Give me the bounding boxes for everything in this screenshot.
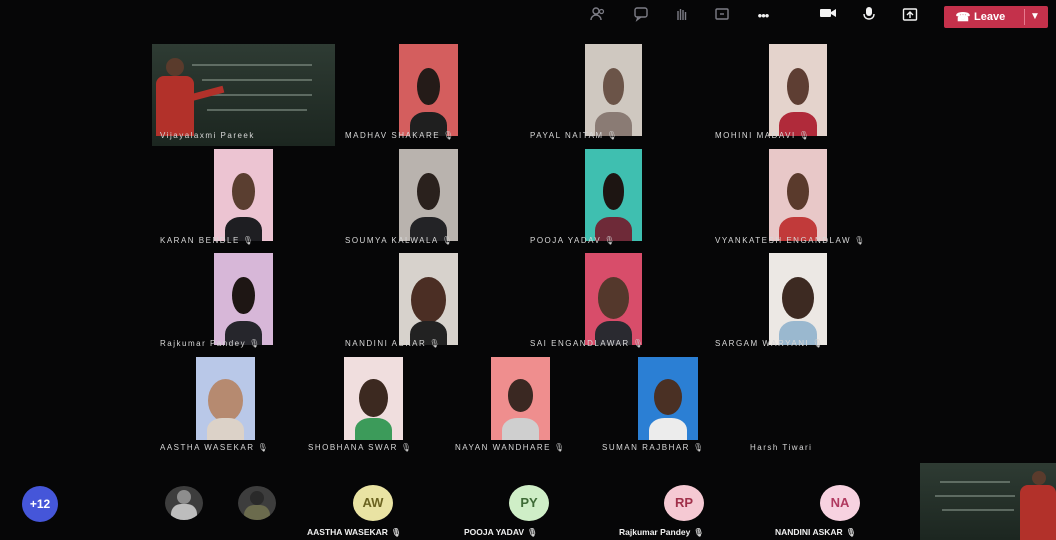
chevron-down-icon[interactable]: ▼ [1030,6,1040,28]
participant-video[interactable] [585,253,642,345]
mic-off-icon: 🎙 [606,131,617,140]
mic-off-icon: 🎙 [553,443,565,452]
participant-name: POOJA YADAV 🎙 [530,236,615,245]
participant-name: AASTHA WASEKAR 🎙 [307,527,402,537]
participant-video[interactable] [214,253,273,345]
participant-video[interactable] [399,253,458,345]
more-participants-button[interactable]: +12 [22,486,58,522]
participant-name: MOHINI MADAVI 🎙 [715,131,809,140]
mic-off-icon: 🎙 [604,236,615,245]
participant-video[interactable] [769,44,827,136]
participant-name: NANDINI ASKAR 🎙 [775,527,856,537]
leave-label: Leave [974,11,1006,23]
participant-name: SAI ENGANDLAWAR 🎙 [530,339,643,348]
participant-name: SOUMYA KALWALA 🎙 [345,236,452,245]
people-icon[interactable] [587,6,609,26]
participant-name: VYANKATESH ENGANDLAW 🎙 [715,236,865,245]
mic-off-icon: 🎙 [845,528,856,537]
participant-video[interactable] [769,253,827,345]
phone-hangup-icon: ☎ [955,10,971,24]
mic-off-icon: 🎙 [854,236,865,245]
mic-off-icon: 🎙 [693,528,704,537]
participant-video[interactable] [491,357,550,440]
mic-off-icon: 🎙 [429,339,440,348]
participant-video[interactable] [399,149,458,241]
participant-video[interactable] [585,149,642,241]
participant-name: MADHAV SHAKARE 🎙 [345,131,454,140]
mic-off-icon: 🎙 [249,339,260,348]
microphone-icon[interactable] [858,6,880,26]
participant-video[interactable] [196,357,255,440]
participant-name: KARAN BENDLE 🎙 [160,236,253,245]
mic-off-icon: 🎙 [692,443,704,452]
participant-name: Rajkumar Pandey 🎙 [160,339,260,348]
mic-off-icon: 🎙 [390,528,402,537]
mic-off-icon: 🎙 [527,528,538,537]
participant-name: POOJA YADAV 🎙 [464,527,538,537]
participant-name: SUMAN RAJBHAR 🎙 [602,443,704,452]
avatar-initials[interactable]: NA [820,485,860,521]
avatar-initials[interactable]: RP [664,485,704,521]
participant-name: SHOBHANA SWAR 🎙 [308,443,412,452]
participant-name: SARGAM WARYANI 🎙 [715,339,823,348]
participant-name: Rajkumar Pandey 🎙 [619,527,704,537]
avatar[interactable] [165,486,203,520]
participant-video[interactable] [585,44,642,136]
raise-hand-icon[interactable] [670,6,692,26]
mic-off-icon: 🎙 [443,131,454,140]
camera-icon[interactable] [817,6,839,26]
avatar-initials[interactable]: AW [353,485,393,521]
participant-name: NAYAN WANDHARE 🎙 [455,443,565,452]
mic-off-icon: 🎙 [257,443,268,452]
mic-off-icon: 🎙 [632,339,643,348]
participant-video[interactable] [769,149,827,241]
participant-name: Vijayalaxmi Pareek [160,131,255,140]
mic-off-icon: 🎙 [400,443,412,452]
leave-button[interactable]: ☎ Leave ▼ [944,6,1048,28]
self-view-video[interactable] [920,463,1056,540]
divider [1024,9,1025,25]
participant-name: PAYAL NAITAM 🎙 [530,131,617,140]
mic-off-icon: 🎙 [242,236,253,245]
participant-video[interactable] [399,44,458,136]
mic-off-icon: 🎙 [798,131,809,140]
participant-video[interactable] [214,149,273,241]
participant-video[interactable] [344,357,403,440]
avatar[interactable] [238,486,276,520]
participant-name: NANDINI ASKAR 🎙 [345,339,440,348]
share-tray-icon[interactable] [711,6,733,26]
more-options-icon[interactable]: ••• [752,6,774,26]
participant-name: AASTHA WASEKAR 🎙 [160,443,268,452]
chat-icon[interactable] [630,6,652,26]
participant-video[interactable] [638,357,698,440]
mic-off-icon: 🎙 [812,339,823,348]
participant-name: Harsh Tiwari [750,443,813,452]
mic-off-icon: 🎙 [441,236,452,245]
avatar-initials[interactable]: PY [509,485,549,521]
share-icon[interactable] [899,6,921,26]
